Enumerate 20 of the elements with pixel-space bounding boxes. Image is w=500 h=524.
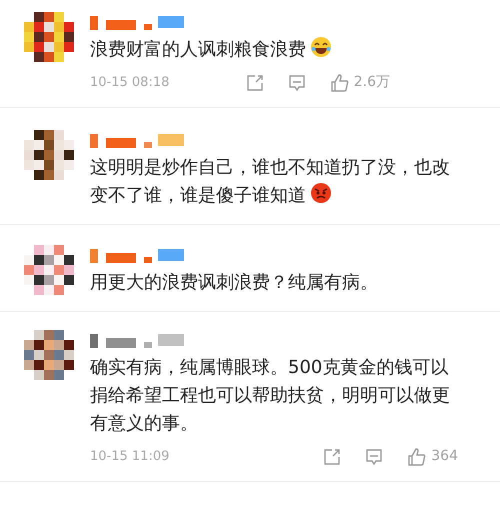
like-count: 364 bbox=[431, 447, 458, 466]
comment-time: 10-15 08:18 bbox=[90, 74, 170, 92]
pixelated-avatar-icon bbox=[24, 130, 74, 180]
pixelated-avatar-icon bbox=[24, 330, 74, 380]
pixelated-avatar-icon bbox=[24, 245, 74, 295]
angry-emoji-icon bbox=[310, 182, 332, 204]
pixelated-avatar-icon bbox=[24, 12, 74, 62]
share-icon[interactable] bbox=[323, 448, 342, 466]
thumbs-up-icon[interactable] bbox=[330, 72, 350, 92]
comment-icon[interactable] bbox=[288, 74, 306, 92]
comment-text: 确实有病，纯属博眼球。500克黄金的钱可以捐给希望工程也可以帮助扶贫，明明可以做更有意义的事。 bbox=[90, 356, 451, 436]
share-icon[interactable] bbox=[246, 74, 264, 92]
laughing-emoji-icon bbox=[310, 36, 332, 58]
thumbs-up-icon[interactable] bbox=[407, 446, 428, 466]
comment-time: 10-15 11:09 bbox=[90, 448, 170, 466]
comment-text: 用更大的浪费讽刺浪费？纯属有病。 bbox=[90, 271, 379, 295]
comment-text: 浪费财富的人讽刺粮食浪费 bbox=[90, 36, 390, 64]
comment-text: 这明明是炒作自己，谁也不知道扔了没，也改变不了谁，谁是傻子谁知道 bbox=[90, 156, 451, 208]
comment-icon[interactable] bbox=[365, 448, 384, 466]
like-count: 2.6万 bbox=[354, 73, 390, 92]
